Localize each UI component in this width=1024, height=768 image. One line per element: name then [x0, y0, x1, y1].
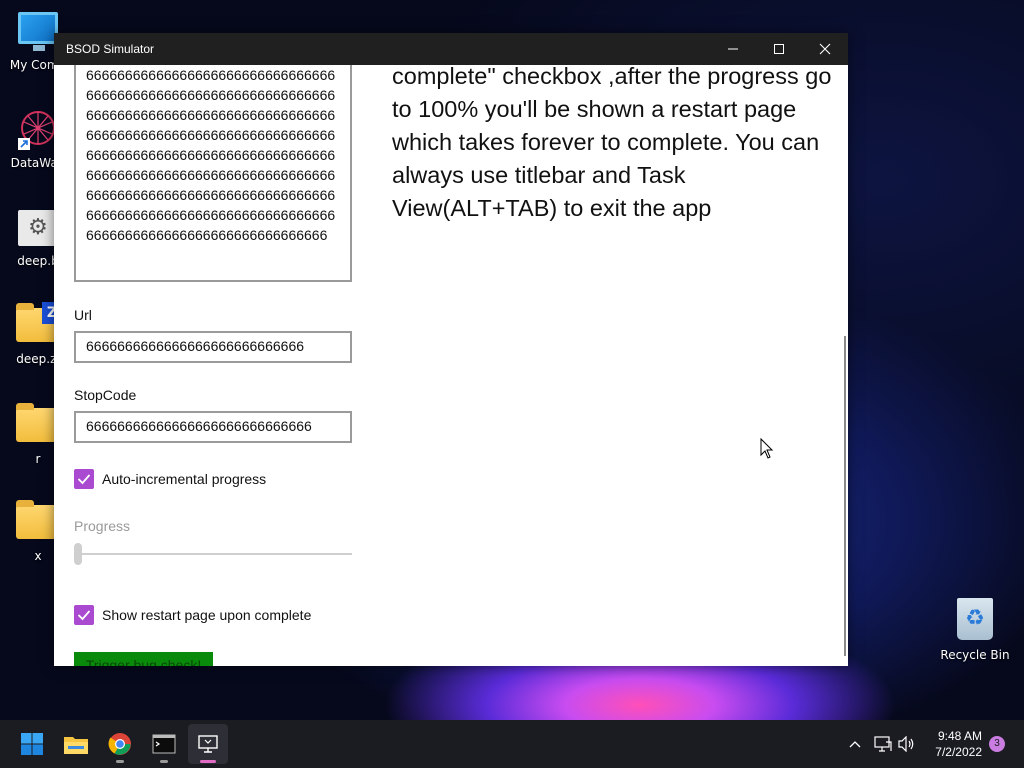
active-indicator	[200, 760, 216, 763]
show-restart-label: Show restart page upon complete	[102, 607, 312, 623]
instructions-text: you check the "Show restart page upon co…	[392, 65, 832, 221]
show-restart-checkbox[interactable]	[74, 605, 94, 625]
progress-label: Progress	[74, 518, 131, 534]
start-button[interactable]	[12, 724, 52, 764]
maximize-icon	[774, 44, 784, 54]
volume-icon	[898, 736, 914, 752]
show-hidden-icons-button[interactable]	[844, 720, 866, 768]
show-restart-checkbox-row[interactable]: Show restart page upon complete	[74, 605, 311, 625]
clock-time: 9:48 AM	[937, 729, 982, 743]
vertical-scrollbar[interactable]	[844, 336, 846, 656]
url-input[interactable]: 6666666666666666666666666666	[74, 331, 352, 363]
close-button[interactable]	[802, 33, 848, 65]
progress-slider-track[interactable]	[74, 553, 352, 555]
checkmark-icon	[77, 474, 91, 485]
chevron-up-icon	[849, 741, 861, 748]
terminal-icon	[152, 734, 176, 754]
bsod-simulator-icon	[198, 735, 218, 753]
notification-badge[interactable]: 3	[989, 736, 1005, 752]
progress-slider-thumb[interactable]	[74, 543, 82, 565]
chrome-icon	[108, 733, 131, 755]
start-icon	[21, 733, 43, 755]
minimize-button[interactable]	[710, 33, 756, 65]
minimize-icon	[728, 48, 738, 50]
computer-icon	[18, 12, 58, 51]
running-indicator	[116, 760, 124, 763]
mouse-cursor-icon	[760, 438, 774, 459]
desktop-icon-label: Recycle Bin	[940, 648, 1010, 662]
recycle-bin-icon: ♻	[957, 598, 993, 640]
taskbar-file-explorer[interactable]	[56, 724, 96, 764]
checkmark-icon	[77, 610, 91, 621]
stopcode-label: StopCode	[74, 387, 137, 403]
network-icon	[874, 736, 892, 752]
message-textarea[interactable]: 6666666666666666666666666666666666666666…	[74, 65, 352, 282]
running-indicator	[160, 760, 168, 763]
trigger-bug-check-button[interactable]: Trigger bug check!	[74, 652, 213, 666]
desktop-icon-recycle-bin[interactable]: ♻ Recycle Bin	[935, 598, 1015, 662]
taskbar-bsod-simulator[interactable]	[188, 724, 228, 764]
taskbar-chrome[interactable]	[100, 724, 140, 764]
network-button[interactable]	[872, 720, 894, 768]
bsod-simulator-window: BSOD Simulator 6666666666666666666666666…	[54, 33, 848, 666]
volume-button[interactable]	[896, 720, 918, 768]
file-explorer-icon	[64, 737, 88, 754]
window-title: BSOD Simulator	[66, 42, 155, 56]
maximize-button[interactable]	[756, 33, 802, 65]
window-content: 6666666666666666666666666666666666666666…	[54, 65, 848, 666]
auto-progress-checkbox-row[interactable]: Auto-incremental progress	[74, 469, 266, 489]
taskbar: 9:48 AM 7/2/2022 3	[0, 720, 1024, 768]
taskbar-clock[interactable]: 9:48 AM 7/2/2022	[935, 728, 982, 760]
taskbar-terminal[interactable]	[144, 724, 184, 764]
close-icon	[819, 43, 831, 55]
settings-file-icon: ⚙	[18, 210, 58, 246]
url-label: Url	[74, 307, 92, 323]
network-graph-icon	[18, 108, 58, 152]
stopcode-input[interactable]: 66666666666666666666666666666	[74, 411, 352, 443]
auto-progress-label: Auto-incremental progress	[102, 471, 267, 487]
auto-progress-checkbox[interactable]	[74, 469, 94, 489]
clock-date: 7/2/2022	[935, 745, 982, 759]
window-titlebar[interactable]: BSOD Simulator	[54, 33, 848, 65]
